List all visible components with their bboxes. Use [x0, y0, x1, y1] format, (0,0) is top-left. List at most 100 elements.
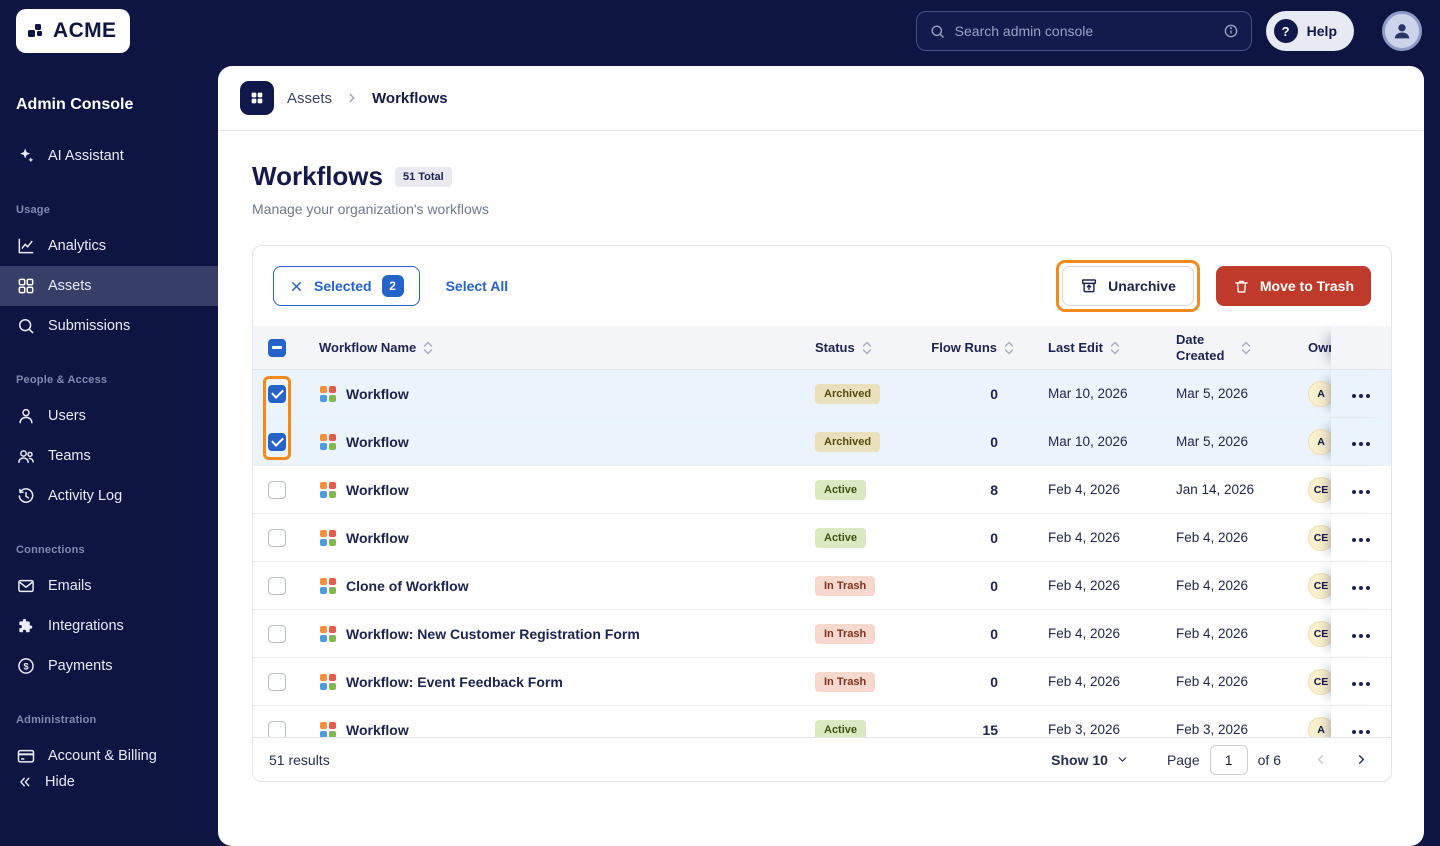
workflow-name[interactable]: Clone of Workflow [346, 578, 469, 594]
help-button[interactable]: Help [1265, 11, 1354, 51]
search-input[interactable] [954, 23, 1214, 39]
workflow-name[interactable]: Workflow [346, 386, 409, 402]
date-created: Feb 4, 2026 [1176, 626, 1249, 641]
acme-logo[interactable]: ACME [16, 9, 131, 53]
selected-filter-button[interactable]: Selected 2 [273, 266, 420, 306]
sidebar-item-payments[interactable]: $ Payments [0, 646, 218, 686]
table-row: Clone of Workflow In Trash 0 Feb 4, 2026… [253, 562, 1391, 610]
status-badge: Archived [815, 383, 881, 404]
row-checkbox[interactable] [268, 720, 286, 737]
select-all-checkbox[interactable] [268, 338, 286, 357]
flow-runs: 0 [990, 433, 998, 450]
user-avatar[interactable] [1382, 11, 1422, 51]
row-actions-button[interactable] [1343, 666, 1380, 697]
row-checkbox[interactable] [268, 672, 286, 691]
sidebar-item-analytics[interactable]: Analytics [0, 226, 218, 266]
unarchive-icon [1082, 279, 1097, 293]
logo-blocks-icon [28, 24, 42, 37]
row-checkbox[interactable] [268, 576, 286, 595]
chevron-down-icon [1118, 757, 1127, 762]
col-flow-runs[interactable]: Flow Runs [931, 340, 997, 355]
table-header-row: Workflow Name Status Flow Runs Last Edit [253, 326, 1391, 370]
search-icon [19, 319, 34, 334]
row-actions-button[interactable] [1343, 522, 1380, 553]
status-badge: In Trash [815, 671, 876, 692]
people-icon [18, 450, 34, 463]
logo-text: ACME [53, 19, 117, 42]
flow-runs: 0 [990, 529, 998, 546]
row-actions-button[interactable] [1343, 474, 1380, 505]
unarchive-label: Unarchive [1108, 278, 1176, 294]
selected-count-badge: 2 [381, 275, 404, 297]
table-row: Workflow: Event Feedback Form In Trash 0… [253, 658, 1391, 706]
workflow-name[interactable]: Workflow [346, 722, 409, 738]
previous-page-button[interactable] [1307, 746, 1334, 773]
actions-column-header [1331, 326, 1391, 369]
close-icon [292, 281, 301, 291]
row-checkbox[interactable] [268, 624, 286, 643]
table-row: Workflow Archived 0 Mar 10, 2026 Mar 5, … [253, 370, 1391, 418]
sort-icon[interactable] [423, 340, 433, 356]
col-date-created[interactable]: Date Created [1176, 332, 1234, 363]
grid-icon [18, 278, 34, 294]
workflow-name[interactable]: Workflow: New Customer Registration Form [346, 626, 640, 642]
annotation-unarchive-highlight: Unarchive [1056, 260, 1200, 312]
col-workflow-name[interactable]: Workflow Name [319, 340, 416, 355]
row-checkbox[interactable] [268, 480, 286, 499]
move-to-trash-label: Move to Trash [1259, 278, 1354, 294]
actions-cell [1331, 370, 1391, 417]
row-actions-button[interactable] [1343, 570, 1380, 601]
select-all-button[interactable]: Select All [446, 278, 509, 294]
sidebar-item-integrations[interactable]: Integrations [0, 606, 218, 646]
date-created: Mar 5, 2026 [1176, 434, 1249, 449]
workflow-name[interactable]: Workflow [346, 530, 409, 546]
workflow-icon [320, 529, 336, 546]
status-badge: In Trash [815, 575, 876, 596]
sidebar-item-submissions[interactable]: Submissions [0, 306, 218, 346]
table-body: Workflow Archived 0 Mar 10, 2026 Mar 5, … [253, 370, 1391, 737]
workflow-icon [320, 385, 336, 402]
unarchive-button[interactable]: Unarchive [1062, 266, 1194, 306]
row-checkbox[interactable] [268, 528, 286, 547]
next-page-button[interactable] [1348, 746, 1375, 773]
sidebar-item-users[interactable]: Users [0, 396, 218, 436]
sidebar-item-emails[interactable]: Emails [0, 566, 218, 606]
breadcrumb-assets-link[interactable]: Assets [287, 90, 332, 107]
table-row: Workflow Archived 0 Mar 10, 2026 Mar 5, … [253, 418, 1391, 466]
workflow-name[interactable]: Workflow [346, 434, 409, 450]
date-created: Mar 5, 2026 [1176, 386, 1249, 401]
admin-search[interactable] [915, 11, 1252, 51]
assets-grid-icon [240, 81, 274, 115]
status-badge: Active [815, 479, 867, 500]
person-icon [1394, 24, 1410, 39]
col-last-edit[interactable]: Last Edit [1048, 340, 1103, 355]
user-icon [19, 408, 33, 424]
col-status[interactable]: Status [815, 340, 855, 355]
move-to-trash-button[interactable]: Move to Trash [1215, 266, 1371, 306]
sort-icon[interactable] [1241, 340, 1251, 356]
row-checkbox[interactable] [268, 384, 286, 403]
envelope-icon [18, 579, 34, 593]
sort-icon[interactable] [1110, 340, 1120, 356]
page-of-label: of 6 [1257, 751, 1281, 768]
workflow-name[interactable]: Workflow: Event Feedback Form [346, 674, 563, 690]
sidebar-item-activity-log[interactable]: Activity Log [0, 476, 218, 516]
row-actions-button[interactable] [1343, 426, 1380, 457]
row-checkbox[interactable] [268, 432, 286, 451]
sidebar-hide-button[interactable]: Hide [0, 762, 218, 802]
show-per-page-select[interactable]: Show 10 [1051, 752, 1129, 768]
search-icon [931, 24, 944, 38]
sort-icon[interactable] [862, 340, 872, 356]
hide-label: Hide [45, 774, 75, 790]
sidebar-item-assets[interactable]: Assets [0, 266, 218, 306]
page-number-input[interactable] [1209, 744, 1248, 775]
row-actions-button[interactable] [1343, 378, 1380, 409]
sidebar-item-teams[interactable]: Teams [0, 436, 218, 476]
row-actions-button[interactable] [1343, 714, 1380, 737]
workflow-name[interactable]: Workflow [346, 482, 409, 498]
sidebar-item-ai-assistant[interactable]: AI Assistant [0, 136, 218, 176]
row-actions-button[interactable] [1343, 618, 1380, 649]
flow-runs: 0 [990, 577, 998, 594]
sidebar-item-label: Analytics [48, 238, 107, 254]
sort-icon[interactable] [1004, 340, 1014, 356]
